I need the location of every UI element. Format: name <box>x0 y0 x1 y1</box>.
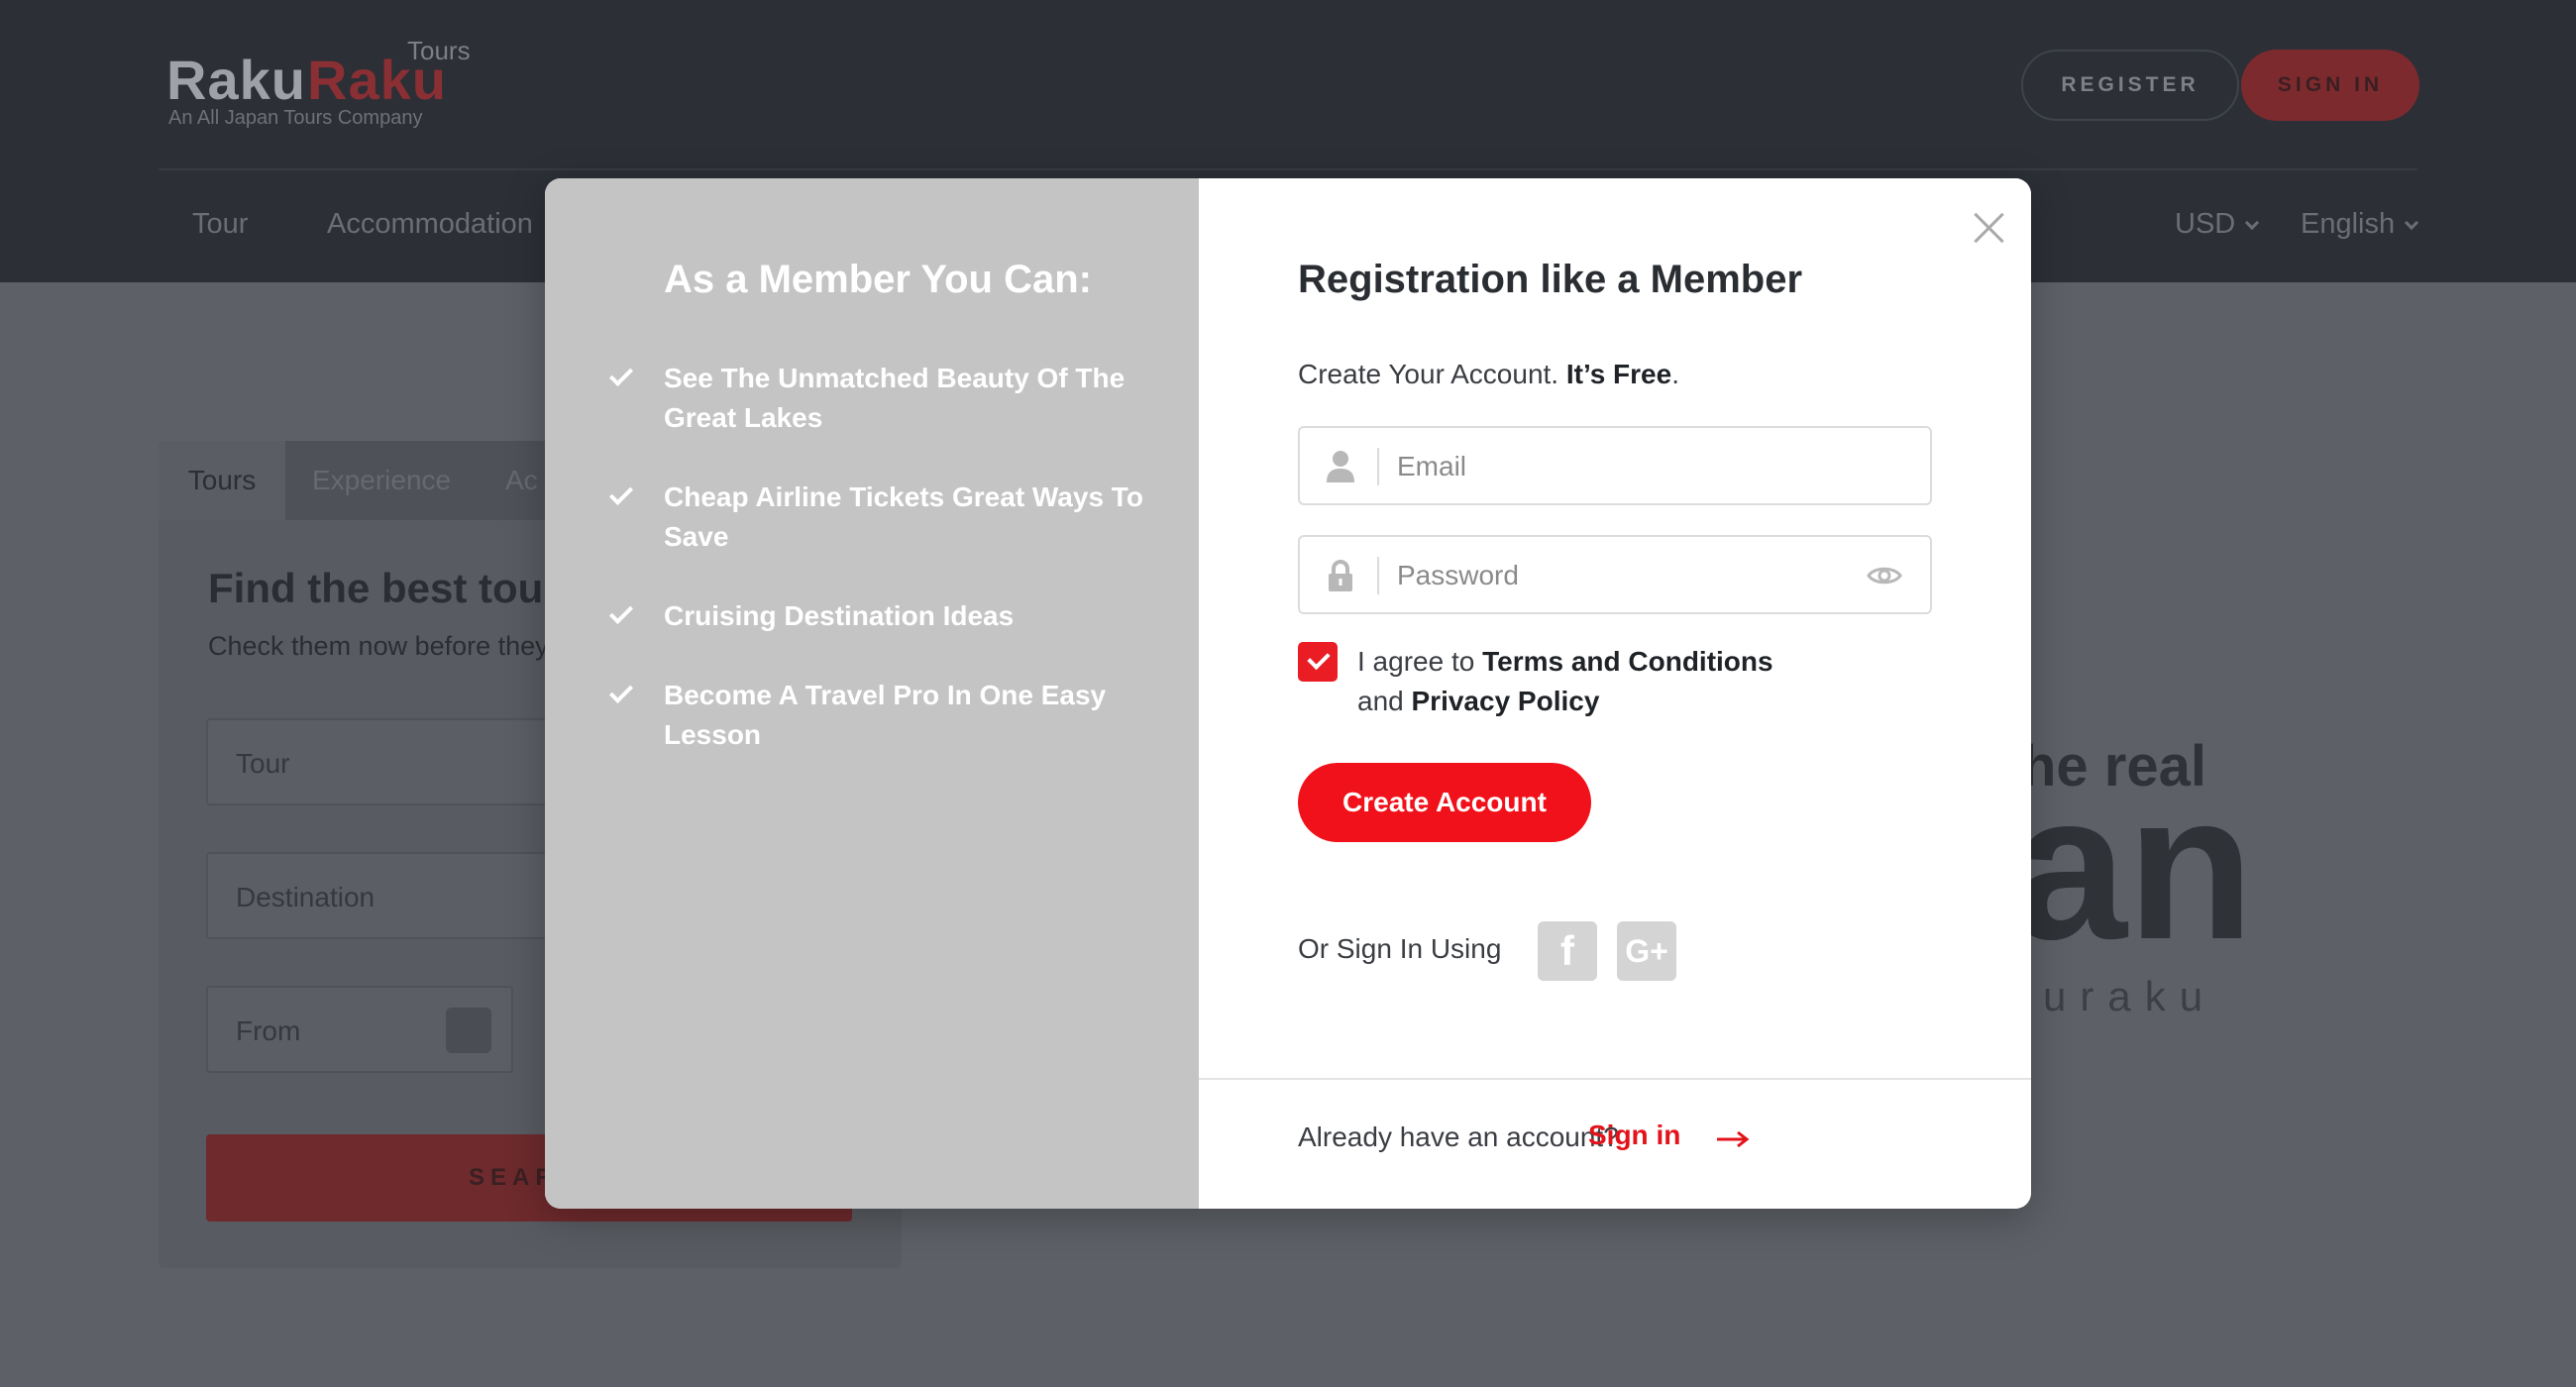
subtitle-text: Create Your Account. <box>1298 359 1566 389</box>
eye-icon[interactable] <box>1865 559 1904 592</box>
agree-text: I agree to Terms and Conditions and Priva… <box>1357 642 1853 721</box>
agree-checkbox[interactable] <box>1298 642 1338 682</box>
benefit-text: See The Unmatched Beauty Of The Great La… <box>664 363 1126 433</box>
email-field-wrapper <box>1298 426 1932 505</box>
or-sign-in-label: Or Sign In Using <box>1298 933 1502 964</box>
check-icon <box>608 679 634 704</box>
check-icon <box>608 480 634 506</box>
already-have-account-text: Already have an account? <box>1298 1121 1619 1152</box>
sign-in-link[interactable]: Sign in <box>1588 1120 1680 1151</box>
arrow-right-icon[interactable] <box>1716 1129 1750 1149</box>
benefit-text: Become A Travel Pro In One Easy Lesson <box>664 680 1107 750</box>
subtitle-end: . <box>1671 359 1679 389</box>
language-selector[interactable]: English <box>2301 208 2419 241</box>
lock-icon <box>1329 560 1352 591</box>
logo-tours-text: Tours <box>407 36 471 65</box>
calendar-icon <box>446 1008 491 1053</box>
facebook-icon[interactable]: f <box>1538 921 1597 981</box>
registration-form-panel: Registration like a Member Create Your A… <box>1199 178 2031 1209</box>
close-icon[interactable] <box>1970 208 2009 248</box>
nav-item-accommodation[interactable]: Accommodation <box>327 208 533 241</box>
footer-divider <box>1199 1078 2031 1080</box>
logo-text-1: Raku <box>166 49 306 111</box>
currency-selector[interactable]: USD <box>2175 208 2260 241</box>
tab-accommodation[interactable]: Ac <box>505 441 538 520</box>
registration-modal: As a Member You Can: See The Unmatched B… <box>545 178 2031 1209</box>
benefit-item: Cruising Destination Ideas <box>608 596 1159 636</box>
benefit-text: Cruising Destination Ideas <box>664 600 1015 631</box>
site-logo[interactable]: Raku Raku Tours An All Japan Tours Compa… <box>166 36 493 137</box>
nav-item-tour[interactable]: Tour <box>192 208 248 241</box>
agree-and: and <box>1357 686 1412 716</box>
search-card-title: Find the best tours <box>208 565 583 611</box>
search-card-subtitle: Check them now before they <box>208 631 549 661</box>
password-field-wrapper <box>1298 535 1932 614</box>
terms-link[interactable]: Terms and Conditions <box>1482 646 1773 677</box>
header-sign-in-button[interactable]: SIGN IN <box>2241 50 2419 121</box>
benefit-item: See The Unmatched Beauty Of The Great La… <box>608 359 1159 438</box>
member-benefits-panel: As a Member You Can: See The Unmatched B… <box>545 178 1199 1209</box>
from-field[interactable]: From <box>206 986 513 1073</box>
field-divider <box>1377 448 1379 485</box>
check-icon <box>608 599 634 625</box>
tab-experience[interactable]: Experience <box>312 441 451 520</box>
header-divider <box>159 168 2417 170</box>
benefit-item: Become A Travel Pro In One Easy Lesson <box>608 676 1159 755</box>
language-label: English <box>2301 208 2396 240</box>
subtitle-free-text: It’s Free <box>1565 359 1672 389</box>
agree-prefix: I agree to <box>1357 646 1483 677</box>
from-label: From <box>236 1015 301 1046</box>
registration-title: Registration like a Member <box>1298 258 1803 301</box>
chevron-down-icon <box>2405 215 2419 231</box>
tab-tours[interactable]: Tours <box>159 441 285 520</box>
email-field[interactable] <box>1397 442 1853 491</box>
currency-label: USD <box>2175 208 2236 240</box>
check-icon <box>608 362 634 387</box>
google-plus-icon[interactable]: G+ <box>1617 921 1676 981</box>
logo-tagline: An All Japan Tours Company <box>168 107 423 129</box>
registration-subtitle: Create Your Account. It’s Free. <box>1298 359 1679 390</box>
field-divider <box>1377 557 1379 594</box>
register-button[interactable]: REGISTER <box>2021 50 2239 121</box>
benefit-item: Cheap Airline Tickets Great Ways To Save <box>608 478 1159 557</box>
benefit-text: Cheap Airline Tickets Great Ways To Save <box>664 481 1143 552</box>
user-icon <box>1327 451 1354 482</box>
create-account-button[interactable]: Create Account <box>1298 763 1591 842</box>
privacy-policy-link[interactable]: Privacy Policy <box>1412 686 1600 716</box>
benefits-title: As a Member You Can: <box>664 258 1092 301</box>
hero-line-3: uraku <box>2043 973 2217 1019</box>
chevron-down-icon <box>2245 215 2260 231</box>
hero-line-2: an <box>2011 750 2255 983</box>
password-field[interactable] <box>1397 551 1853 600</box>
